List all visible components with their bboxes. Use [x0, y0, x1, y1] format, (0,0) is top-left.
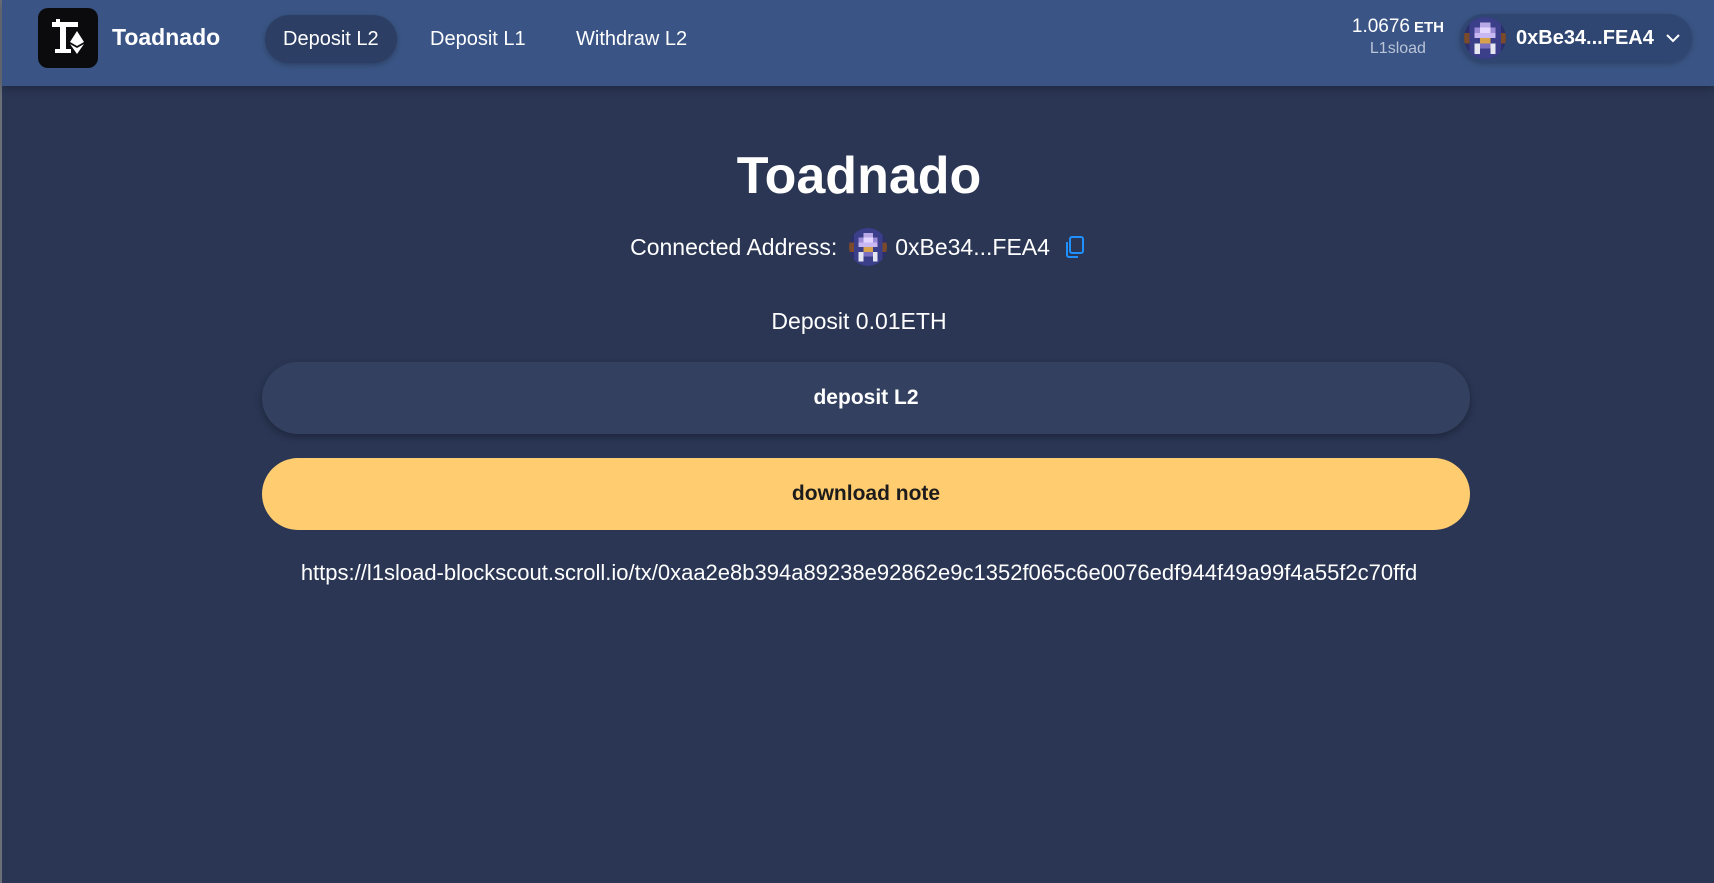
connected-address-row: Connected Address: 0xBe34...FEA4	[2, 228, 1714, 266]
account-button[interactable]: 0xBe34...FEA4	[1460, 14, 1692, 62]
tab-withdraw-l2[interactable]: Withdraw L2	[558, 15, 705, 63]
tab-deposit-l2[interactable]: Deposit L2	[265, 15, 397, 63]
transaction-link[interactable]: https://l1sload-blockscout.scroll.io/tx/…	[2, 560, 1714, 586]
tab-deposit-l1[interactable]: Deposit L1	[412, 15, 544, 63]
top-navbar: Toadnado Deposit L2 Deposit L1 Withdraw …	[2, 0, 1714, 86]
balance-unit: ETH	[1414, 19, 1444, 36]
chevron-down-icon[interactable]	[1664, 29, 1682, 47]
deposit-l2-button[interactable]: deposit L2	[262, 362, 1470, 434]
copy-icon[interactable]	[1062, 234, 1088, 260]
toad-eth-logo-icon[interactable]	[38, 8, 98, 68]
page-title: Toadnado	[736, 147, 982, 205]
connected-address: 0xBe34...FEA4	[895, 233, 1050, 260]
brand-name[interactable]: Toadnado	[112, 24, 220, 51]
balance-display: 1.0676 ETH L1sload	[1352, 16, 1444, 58]
connected-label: Connected Address:	[630, 233, 838, 260]
account-address: 0xBe34...FEA4	[1516, 26, 1654, 49]
download-note-button[interactable]: download note	[262, 458, 1470, 530]
pixel-avatar-icon	[1464, 17, 1506, 59]
app-page: Toadnado Deposit L2 Deposit L1 Withdraw …	[0, 0, 1714, 883]
balance-network: L1sload	[1369, 40, 1426, 57]
deposit-amount-text: Deposit 0.01ETH	[771, 308, 947, 334]
balance-amount: 1.0676	[1351, 16, 1410, 37]
pixel-avatar-icon	[849, 228, 888, 266]
